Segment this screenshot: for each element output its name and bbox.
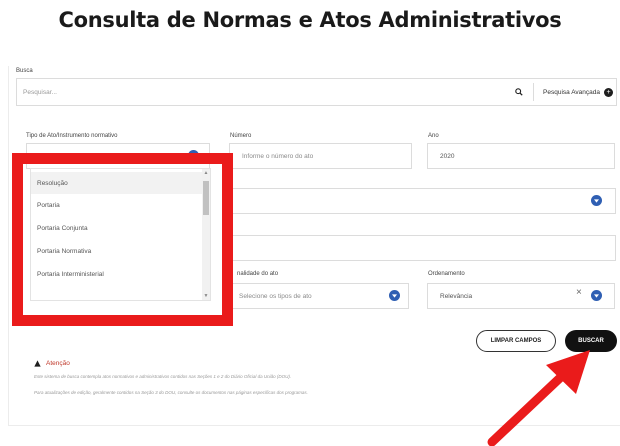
finalidade-select[interactable]: Selecione os tipos de ato — [226, 283, 409, 309]
numero-input[interactable]: Informe o número do ato — [229, 143, 412, 169]
notice-line-2: Para atualizações de edição, geralmente … — [34, 390, 308, 395]
finalidade-select-icon[interactable] — [389, 290, 400, 301]
search-divider — [533, 83, 535, 101]
ordenamento-clear-icon[interactable]: × — [576, 287, 582, 298]
attention-notice: Atenção — [34, 360, 70, 367]
search-label: Busca — [16, 68, 33, 74]
highlight-box — [12, 153, 233, 326]
ano-input[interactable]: 2020 — [427, 143, 615, 169]
red-arrow-annotation — [487, 350, 590, 446]
notice-line-1: Este sistema de busca contempla atos nor… — [34, 374, 292, 379]
ordenamento-select[interactable]: Relevância — [427, 283, 615, 309]
warning-icon — [34, 360, 41, 367]
advanced-search-label: Pesquisa Avançada — [543, 88, 600, 96]
numero-label: Número — [230, 133, 252, 139]
row3-input[interactable] — [226, 235, 616, 261]
tipo-label: Tipo de Ato/Instrumento normativo — [26, 133, 118, 139]
row2-select[interactable] — [226, 188, 616, 214]
ordenamento-select-icon[interactable] — [591, 290, 602, 301]
finalidade-label: nalidade do ato — [237, 271, 279, 277]
search-bar: Pesquisa Avançada + — [16, 78, 617, 106]
attention-label: Atenção — [46, 360, 70, 367]
advanced-search-button[interactable]: Pesquisa Avançada + — [543, 87, 616, 97]
page-title: Consulta de Normas e Atos Administrativo… — [58, 8, 562, 32]
ano-label: Ano — [428, 133, 439, 139]
search-icon[interactable] — [513, 88, 525, 96]
row2-select-icon[interactable] — [591, 195, 602, 206]
ordenamento-label: Ordenamento — [428, 271, 465, 277]
search-input[interactable] — [17, 79, 514, 105]
plus-circle-icon: + — [604, 87, 613, 97]
